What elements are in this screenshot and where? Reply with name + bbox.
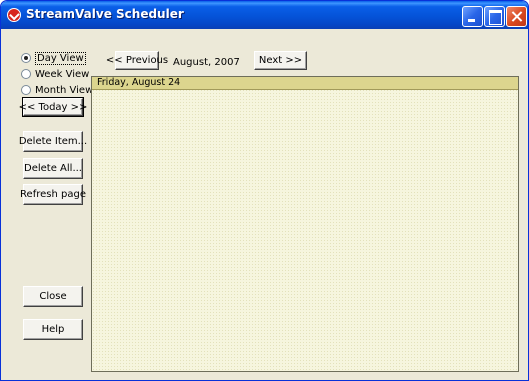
close-button[interactable]: Close <box>23 286 83 307</box>
radio-label-day-view: Day View <box>35 51 86 65</box>
minimize-button[interactable] <box>462 6 483 27</box>
delete-item-button[interactable]: Delete Item... <box>19 131 87 152</box>
previous-button[interactable]: << Previous <box>106 51 168 70</box>
day-schedule-panel[interactable]: Friday, August 24 <box>91 76 519 372</box>
help-button[interactable]: Help <box>23 319 83 340</box>
delete-all-button[interactable]: Delete All... <box>23 158 83 179</box>
radio-button[interactable] <box>21 85 31 95</box>
scheduler-window: StreamValve Scheduler Day View Week View… <box>0 0 529 381</box>
window-title: StreamValve Scheduler <box>26 7 184 21</box>
maximize-button[interactable] <box>484 6 505 27</box>
refresh-page-button[interactable]: Refresh page <box>20 184 86 205</box>
close-window-button[interactable] <box>506 6 527 27</box>
radio-day-view[interactable]: Day View <box>21 51 86 65</box>
title-bar[interactable]: StreamValve Scheduler <box>1 1 528 29</box>
radio-month-view[interactable]: Month View <box>21 83 93 97</box>
radio-week-view[interactable]: Week View <box>21 67 89 81</box>
radio-button[interactable] <box>21 69 31 79</box>
current-month-label: August, 2007 <box>173 57 240 68</box>
radio-button[interactable] <box>21 53 31 63</box>
next-button[interactable]: Next >> <box>254 51 307 70</box>
radio-label-month-view: Month View <box>35 84 94 96</box>
radio-label-week-view: Week View <box>35 68 90 80</box>
app-logo-icon <box>7 8 21 22</box>
today-button[interactable]: << Today >> <box>19 97 87 117</box>
day-header: Friday, August 24 <box>92 77 518 90</box>
